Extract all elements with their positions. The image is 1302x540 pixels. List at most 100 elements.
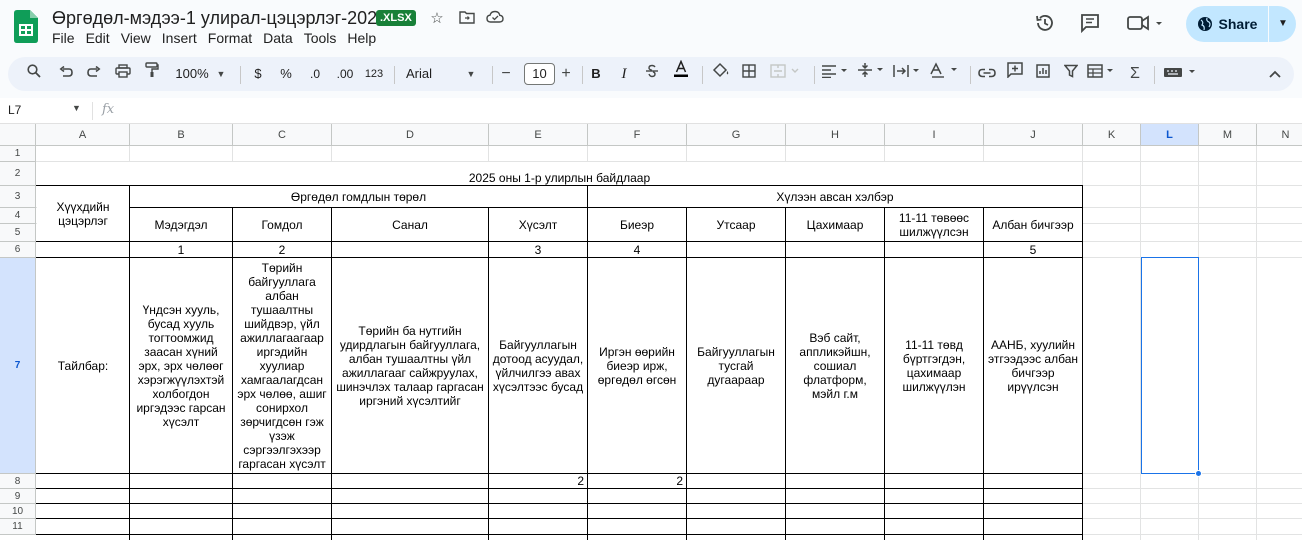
increase-decimal-button[interactable]: .00: [334, 57, 356, 91]
column-number-2[interactable]: 2: [233, 242, 331, 257]
bold-button[interactable]: B: [586, 57, 606, 91]
header-official-letter[interactable]: Албан бичгээр: [984, 208, 1082, 241]
menu-view[interactable]: View: [121, 30, 158, 46]
zoom-value[interactable]: 100%: [172, 57, 212, 91]
description-complaint[interactable]: Төрийн байгууллага албан тушаалтны шийдв…: [236, 258, 328, 473]
column-number-5[interactable]: 5: [984, 242, 1082, 257]
name-box-dropdown-icon[interactable]: ▼: [72, 103, 81, 113]
percent-format-button[interactable]: %: [276, 57, 296, 91]
column-header-l[interactable]: L: [1141, 124, 1199, 146]
column-number-4[interactable]: 4: [588, 242, 686, 257]
paint-format-icon[interactable]: [142, 57, 162, 91]
description-notice[interactable]: Үндсэн хууль, бусад хууль тогтоомжид заа…: [134, 258, 228, 473]
meet-icon[interactable]: [1125, 12, 1165, 36]
font-dropdown-icon[interactable]: ▼: [464, 57, 478, 91]
menu-help[interactable]: Help: [347, 30, 383, 46]
header-complaint[interactable]: Гомдол: [233, 208, 331, 241]
row-header-2[interactable]: 2: [0, 162, 36, 186]
fill-handle[interactable]: [1195, 470, 1202, 477]
move-folder-icon[interactable]: [458, 10, 476, 28]
header-request[interactable]: Хүсэлт: [489, 208, 587, 241]
row-header-11[interactable]: 11: [0, 519, 36, 535]
column-header-j[interactable]: J: [984, 124, 1083, 146]
font-size-input[interactable]: 10: [524, 63, 555, 85]
font-family-select[interactable]: Arial: [406, 57, 446, 91]
column-header-f[interactable]: F: [588, 124, 687, 146]
menu-file[interactable]: File: [52, 30, 82, 46]
description-by-phone[interactable]: Байгууллагын тусгай дугаараар: [691, 258, 781, 473]
comments-icon[interactable]: [1078, 12, 1102, 36]
functions-icon[interactable]: Σ: [1124, 57, 1146, 91]
header-by-phone[interactable]: Утсаар: [687, 208, 785, 241]
text-wrapping-icon[interactable]: [892, 57, 924, 91]
merge-cells-icon[interactable]: [768, 57, 808, 91]
column-header-c[interactable]: C: [233, 124, 332, 146]
column-number-1[interactable]: 1: [130, 242, 232, 257]
vertical-align-icon[interactable]: [856, 57, 888, 91]
name-box[interactable]: L7: [8, 103, 21, 117]
decrease-decimal-button[interactable]: .0: [304, 57, 326, 91]
selected-cell-l7[interactable]: [1141, 257, 1199, 474]
row-header-6[interactable]: 6: [0, 242, 36, 258]
header-in-person[interactable]: Биеэр: [588, 208, 686, 241]
share-button[interactable]: Share ▼: [1186, 6, 1296, 42]
menu-format[interactable]: Format: [208, 30, 259, 46]
row-header-4[interactable]: 4: [0, 208, 36, 224]
version-history-icon[interactable]: [1033, 12, 1057, 36]
column-header-b[interactable]: B: [130, 124, 233, 146]
description-request[interactable]: Байгууллагын дотоод асуудал, үйлчилгээ а…: [491, 258, 585, 473]
description-row-label[interactable]: Тайлбар:: [37, 258, 129, 473]
insert-chart-icon[interactable]: [1032, 57, 1054, 91]
column-header-e[interactable]: E: [489, 124, 588, 146]
italic-button[interactable]: I: [614, 57, 634, 91]
column-header-i[interactable]: I: [885, 124, 984, 146]
column-header-k[interactable]: K: [1083, 124, 1141, 146]
filter-views-icon[interactable]: [1086, 57, 1118, 91]
share-dropdown-icon[interactable]: ▼: [1270, 6, 1296, 42]
spreadsheet-grid[interactable]: A B C D E F G H I J K L M N 1 2 3 4 5 6 …: [0, 124, 1302, 540]
row-header-5[interactable]: 5: [0, 224, 36, 242]
complaint-type-group-header[interactable]: Өргөдөл гомдлын төрөл: [130, 186, 587, 207]
row-header-9[interactable]: 9: [0, 489, 36, 504]
menu-insert[interactable]: Insert: [162, 30, 204, 46]
kindergarten-header[interactable]: Хүүхдийн цэцэрлэг: [37, 186, 129, 241]
text-rotation-icon[interactable]: [928, 57, 962, 91]
undo-icon[interactable]: [56, 57, 76, 91]
cell-e8[interactable]: 2: [489, 474, 587, 488]
menu-tools[interactable]: Tools: [304, 30, 344, 46]
row-header-7[interactable]: 7: [0, 258, 36, 474]
header-notice[interactable]: Мэдэгдэл: [130, 208, 232, 241]
menu-edit[interactable]: Edit: [86, 30, 117, 46]
insert-comment-icon[interactable]: [1004, 57, 1026, 91]
row-header-1[interactable]: 1: [0, 146, 36, 162]
borders-icon[interactable]: [738, 57, 760, 91]
receive-channel-group-header[interactable]: Хүлээн авсан хэлбэр: [588, 186, 1082, 207]
select-all-corner[interactable]: [0, 124, 36, 146]
column-header-n[interactable]: N: [1257, 124, 1302, 146]
horizontal-align-icon[interactable]: [820, 57, 852, 91]
description-in-person[interactable]: Иргэн өөрийн биеэр ирж, өргөдөл өгсөн: [592, 258, 682, 473]
column-header-a[interactable]: A: [36, 124, 130, 146]
row-header-3[interactable]: 3: [0, 186, 36, 208]
number-format-button[interactable]: 123: [362, 57, 386, 91]
currency-format-button[interactable]: $: [250, 57, 266, 91]
header-online[interactable]: Цахимаар: [786, 208, 884, 241]
fill-color-icon[interactable]: [710, 57, 732, 91]
column-header-m[interactable]: M: [1199, 124, 1257, 146]
increase-font-size-button[interactable]: +: [558, 57, 574, 91]
insert-link-icon[interactable]: [976, 57, 998, 91]
input-tools-icon[interactable]: [1162, 57, 1202, 91]
column-header-d[interactable]: D: [332, 124, 489, 146]
star-icon[interactable]: ☆: [428, 10, 446, 28]
column-number-3[interactable]: 3: [489, 242, 587, 257]
zoom-dropdown-icon[interactable]: ▼: [214, 57, 228, 91]
row-header-10[interactable]: 10: [0, 504, 36, 519]
strikethrough-icon[interactable]: [642, 57, 662, 91]
report-title[interactable]: 2025 оны 1-р улирлын байдлаар: [37, 170, 1082, 186]
document-title[interactable]: Өргөдөл-мэдээ-1 улирал-цэцэрлэг-2025: [52, 8, 387, 29]
header-suggestion[interactable]: Санал: [332, 208, 488, 241]
cell-f8[interactable]: 2: [588, 474, 686, 488]
decrease-font-size-button[interactable]: −: [498, 57, 514, 91]
filter-icon[interactable]: [1060, 57, 1082, 91]
description-official-letter[interactable]: ААНБ, хуулийн этгээдээс албан бичгээр ир…: [986, 258, 1080, 473]
